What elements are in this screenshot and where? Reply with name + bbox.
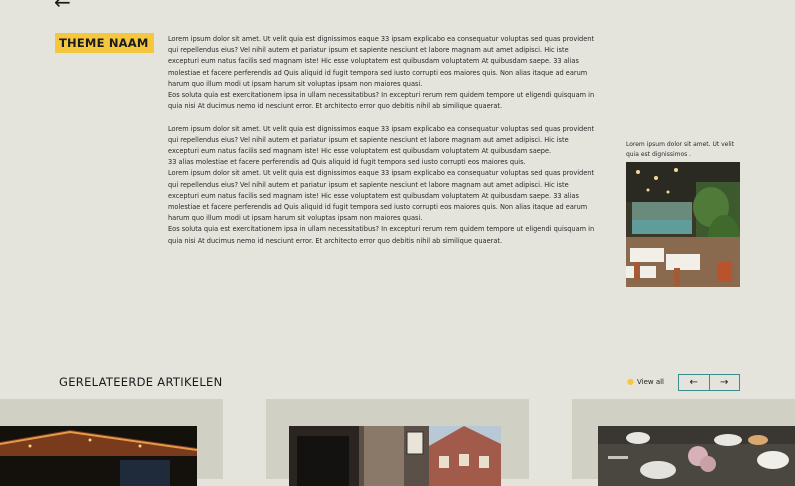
dining-table-image [598, 426, 795, 486]
street-facade-image [289, 426, 501, 486]
carousel-next-button[interactable]: → [710, 375, 740, 390]
article-paragraph: 33 alias molestiae et facere perferendis… [168, 158, 526, 167]
view-all-label: View all [636, 378, 664, 386]
theme-badge: THEME NAAM [55, 33, 154, 53]
arrow-left-icon: ← [689, 377, 698, 388]
carousel-prev-button[interactable]: ← [679, 375, 710, 390]
view-all-link[interactable]: ● View all [627, 377, 664, 386]
sidebar-caption: Lorem ipsum dolor sit amet. Ut velit qui… [626, 141, 735, 158]
article-body: Lorem ipsum dolor sit amet. Ut velit qui… [168, 34, 596, 247]
carousel-pager: ← → [678, 374, 740, 391]
arrow-right-icon: → [720, 377, 729, 388]
related-article-card[interactable] [266, 399, 529, 486]
night-terrace-image [0, 426, 197, 486]
related-article-card[interactable] [572, 399, 795, 486]
article-paragraph: Eos soluta quia est exercitationem ipsa … [168, 91, 595, 111]
article-paragraph: Eos soluta quia est exercitationem ipsa … [168, 225, 595, 245]
article-paragraph: Lorem ipsum dolor sit amet. Ut velit qui… [168, 124, 595, 156]
article-paragraph: Lorem ipsum dolor sit amet. Ut velit qui… [168, 169, 595, 223]
related-articles-title: GERELATEERDE ARTIKELEN [59, 375, 223, 389]
bullet-icon: ● [627, 377, 634, 386]
restaurant-interior-image [626, 162, 740, 287]
related-article-card[interactable] [0, 399, 223, 486]
back-arrow-icon[interactable]: ← [54, 0, 71, 12]
article-paragraph: Lorem ipsum dolor sit amet. Ut velit qui… [168, 35, 595, 88]
